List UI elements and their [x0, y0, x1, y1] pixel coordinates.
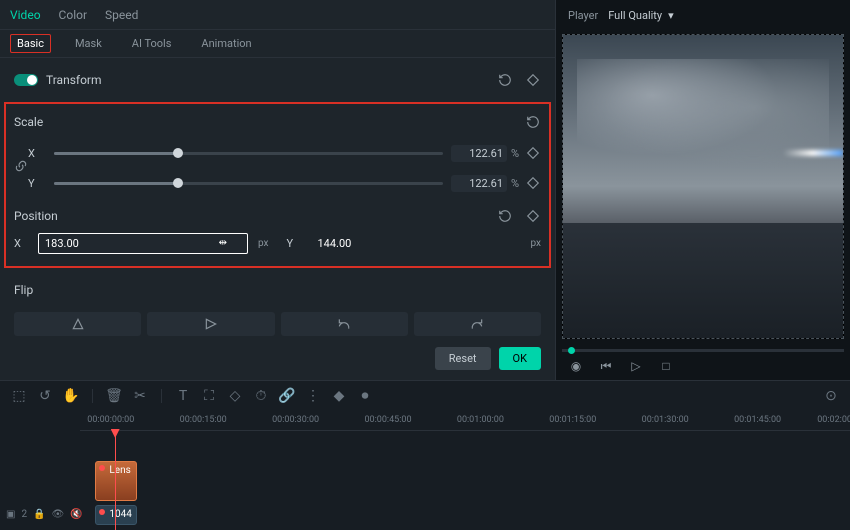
position-keyframe-icon[interactable]	[525, 208, 541, 224]
preview-viewport[interactable]	[562, 34, 844, 339]
top-tabs: Video Color Speed	[0, 0, 555, 30]
subtab-ai-tools[interactable]: AI Tools	[126, 34, 178, 53]
stop-icon[interactable]: □	[658, 358, 674, 374]
rotate-cw-button[interactable]	[414, 312, 541, 336]
track-controls: ▣ 2 🔒 👁 🔇	[0, 505, 80, 524]
scale-reset-icon[interactable]	[525, 114, 541, 130]
position-x-input[interactable]: 183.00 ⇹	[38, 233, 248, 254]
clip-lens[interactable]: Lens	[95, 461, 137, 501]
scale-y-label: Y	[28, 177, 46, 190]
ruler-tick: 00:01:00:00	[457, 415, 504, 425]
position-y-label: Y	[287, 237, 305, 250]
tab-video[interactable]: Video	[10, 8, 41, 22]
clip-marker-icon	[99, 465, 105, 471]
record-tool-icon[interactable]: ⏺	[356, 387, 374, 405]
scale-x-label: X	[28, 147, 46, 160]
step-back-icon[interactable]: ⏮	[598, 358, 614, 374]
flip-horizontal-button[interactable]	[14, 312, 141, 336]
keyframe-icon[interactable]	[525, 72, 541, 88]
scale-y-value[interactable]: 122.61	[451, 175, 507, 192]
flip-label: Flip	[14, 283, 33, 297]
unlink-tool-icon[interactable]: ⋮	[304, 387, 322, 405]
scale-y-unit: %	[511, 177, 525, 190]
keyframe-tool-icon[interactable]: ◇	[226, 387, 244, 405]
scale-x-keyframe-icon[interactable]	[525, 145, 541, 161]
clip-video[interactable]: 1044	[95, 505, 137, 525]
settings-icon[interactable]: ⊙	[822, 387, 840, 405]
quality-dropdown[interactable]: Full Quality ▾	[608, 9, 673, 22]
scale-y-keyframe-icon[interactable]	[525, 175, 541, 191]
link-tool-icon[interactable]: 🔗	[278, 387, 296, 405]
player-label: Player	[568, 9, 598, 22]
subtab-basic[interactable]: Basic	[10, 34, 51, 53]
player-panel: Player Full Quality ▾ ◉ ⏮ ▷ □	[555, 0, 850, 380]
subtab-animation[interactable]: Animation	[195, 34, 257, 53]
position-reset-icon[interactable]	[497, 208, 513, 224]
highlighted-box: Scale X 122.61	[4, 102, 551, 268]
transform-toggle[interactable]	[14, 74, 38, 86]
clip-marker-icon	[99, 509, 105, 515]
layer-count-badge: 2	[21, 509, 27, 520]
ruler-tick: 00:00:15:00	[180, 415, 227, 425]
rotate-ccw-button[interactable]	[281, 312, 408, 336]
marker-icon[interactable]: ◆	[330, 387, 348, 405]
preview-scrubber[interactable]	[562, 349, 844, 352]
flip-vertical-button[interactable]	[147, 312, 274, 336]
position-y-input[interactable]: 144.00	[311, 233, 521, 254]
scale-x-value[interactable]: 122.61	[451, 145, 507, 162]
tab-color[interactable]: Color	[59, 8, 87, 22]
ruler-tick: 00:00:30:00	[272, 415, 319, 425]
text-tool-icon[interactable]: T	[174, 387, 192, 405]
ruler-tick: 00:01:15:00	[549, 415, 596, 425]
sub-tabs: Basic Mask AI Tools Animation	[0, 30, 555, 58]
ruler-tick: 00:00:45:00	[364, 415, 411, 425]
lock-icon[interactable]: 🔒	[33, 509, 45, 520]
chevron-down-icon: ▾	[668, 9, 674, 22]
hand-tool-icon[interactable]: ✋	[62, 387, 80, 405]
visibility-icon[interactable]: 👁	[52, 509, 65, 520]
scale-x-unit: %	[511, 147, 525, 160]
cut-icon[interactable]: ✂	[131, 387, 149, 405]
delete-icon[interactable]: 🗑	[105, 387, 123, 405]
lasso-tool-icon[interactable]: ↺	[36, 387, 54, 405]
select-tool-icon[interactable]: ⬚	[10, 387, 28, 405]
ruler-tick: 00:01:45:00	[734, 415, 781, 425]
reset-icon[interactable]	[497, 72, 513, 88]
reset-button[interactable]: Reset	[435, 347, 491, 370]
link-xy-icon[interactable]	[14, 159, 28, 173]
timeline-panel: ⬚ ↺ ✋ 🗑 ✂ T ⛶ ◇ ⏱ 🔗 ⋮ ◆ ⏺ ⊙ 00:00:00:00 …	[0, 380, 850, 530]
ruler-tick: 00:01:30:00	[642, 415, 689, 425]
position-x-unit: px	[258, 238, 269, 249]
timeline-toolbar: ⬚ ↺ ✋ 🗑 ✂ T ⛶ ◇ ⏱ 🔗 ⋮ ◆ ⏺ ⊙	[0, 381, 850, 411]
layer-collapse-icon[interactable]: ▣	[6, 509, 15, 520]
inspector-panel: Video Color Speed Basic Mask AI Tools An…	[0, 0, 555, 380]
scale-y-slider[interactable]	[54, 182, 443, 185]
position-y-unit: px	[530, 238, 541, 249]
speed-tool-icon[interactable]: ⏱	[252, 387, 270, 405]
transform-label: Transform	[46, 73, 102, 87]
position-label: Position	[14, 209, 58, 223]
timeline-tracks[interactable]: Lens 1044	[80, 431, 850, 530]
position-x-label: X	[14, 237, 32, 250]
play-icon[interactable]: ▷	[628, 358, 644, 374]
scale-label: Scale	[14, 115, 43, 129]
playhead-line[interactable]	[115, 431, 116, 530]
ruler-tick: 00:00:00:00	[87, 415, 134, 425]
scale-x-slider[interactable]	[54, 152, 443, 155]
ruler-tick: 00:02:00	[817, 415, 850, 425]
ok-button[interactable]: OK	[499, 347, 541, 370]
timeline-ruler[interactable]: 00:00:00:00 00:00:15:00 00:00:30:00 00:0…	[80, 411, 850, 431]
crop-tool-icon[interactable]: ⛶	[200, 387, 218, 405]
record-icon[interactable]: ◉	[568, 358, 584, 374]
subtab-mask[interactable]: Mask	[69, 34, 108, 53]
adjust-icon[interactable]: ⇹	[219, 238, 227, 249]
tab-speed[interactable]: Speed	[105, 8, 138, 22]
